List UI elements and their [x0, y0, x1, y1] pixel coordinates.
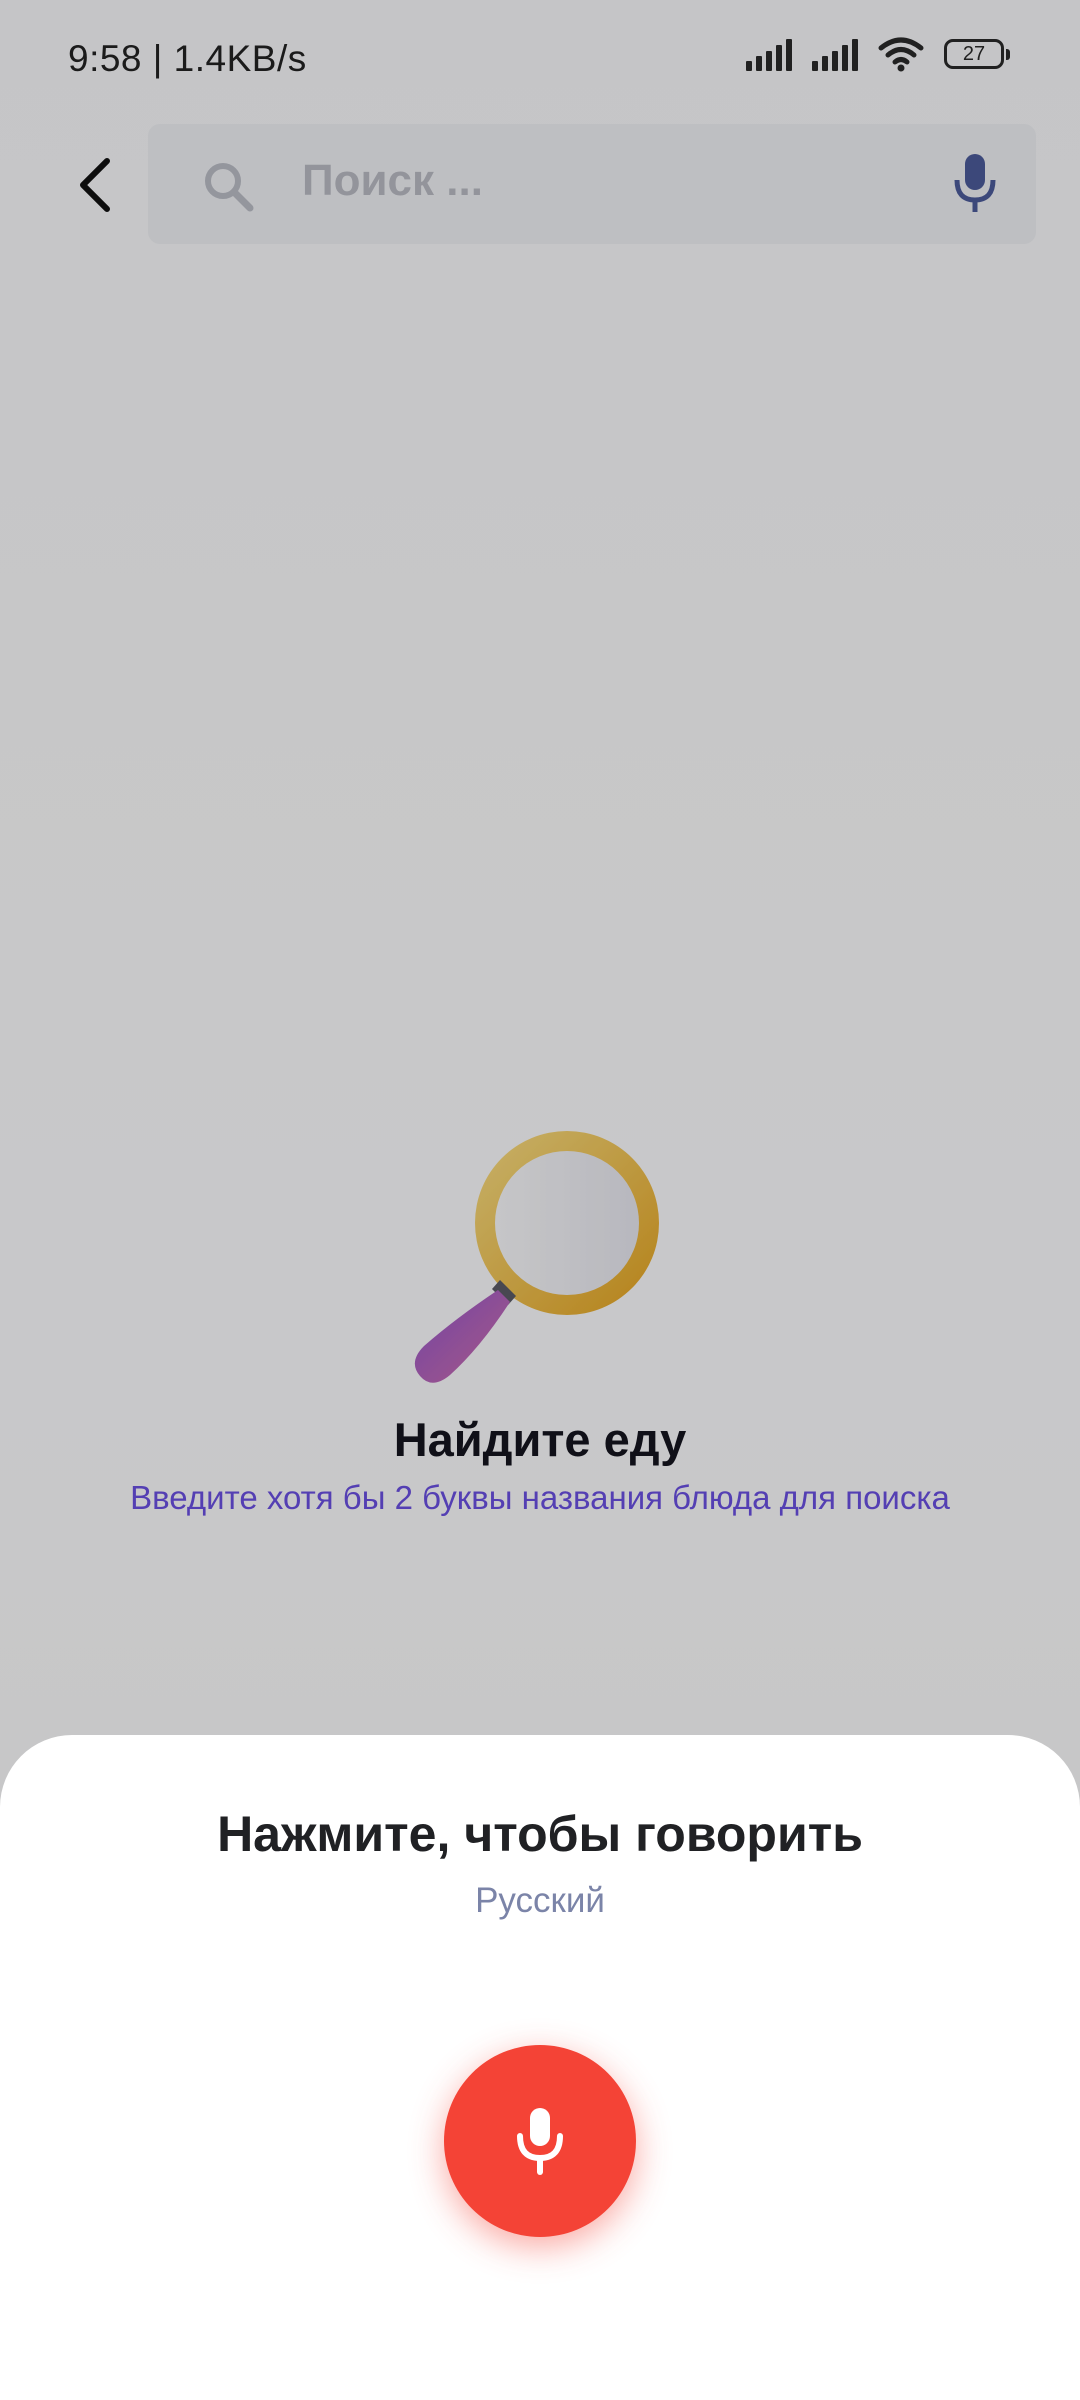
signal-icon: [812, 37, 858, 71]
voice-sheet-title: Нажмите, чтобы говорить: [217, 1806, 863, 1862]
search-icon: [205, 163, 254, 212]
wifi-icon: [878, 37, 924, 72]
signal-icon: [746, 37, 792, 71]
mic-icon[interactable]: [952, 152, 998, 216]
empty-state-title: Найдите еду: [393, 1413, 687, 1466]
mic-button[interactable]: [444, 2045, 636, 2237]
status-bar: 9:58 | 1.4KB/s 27: [0, 0, 1080, 120]
empty-state-subtitle: Введите хотя бы 2 буквы названия блюда д…: [130, 1479, 950, 1516]
back-button[interactable]: [60, 140, 130, 230]
battery-icon: 27: [944, 39, 1010, 69]
search-bar[interactable]: Поиск ...: [148, 124, 1036, 244]
status-time: 9:58 | 1.4KB/s: [68, 38, 307, 79]
search-input[interactable]: Поиск ...: [302, 156, 483, 206]
language-label[interactable]: Русский: [0, 1881, 1080, 1921]
mic-icon: [517, 2108, 563, 2175]
back-arrow-icon: [80, 158, 110, 212]
battery-level: 27: [962, 42, 986, 65]
voice-input-sheet: Нажмите, чтобы говорить Русский: [0, 1735, 1080, 2400]
status-icons: 27: [746, 36, 1010, 72]
magnifying-glass-icon: [414, 1131, 659, 1383]
empty-state: Найдите еду Введите хотя бы 2 буквы назв…: [0, 1110, 1080, 1518]
